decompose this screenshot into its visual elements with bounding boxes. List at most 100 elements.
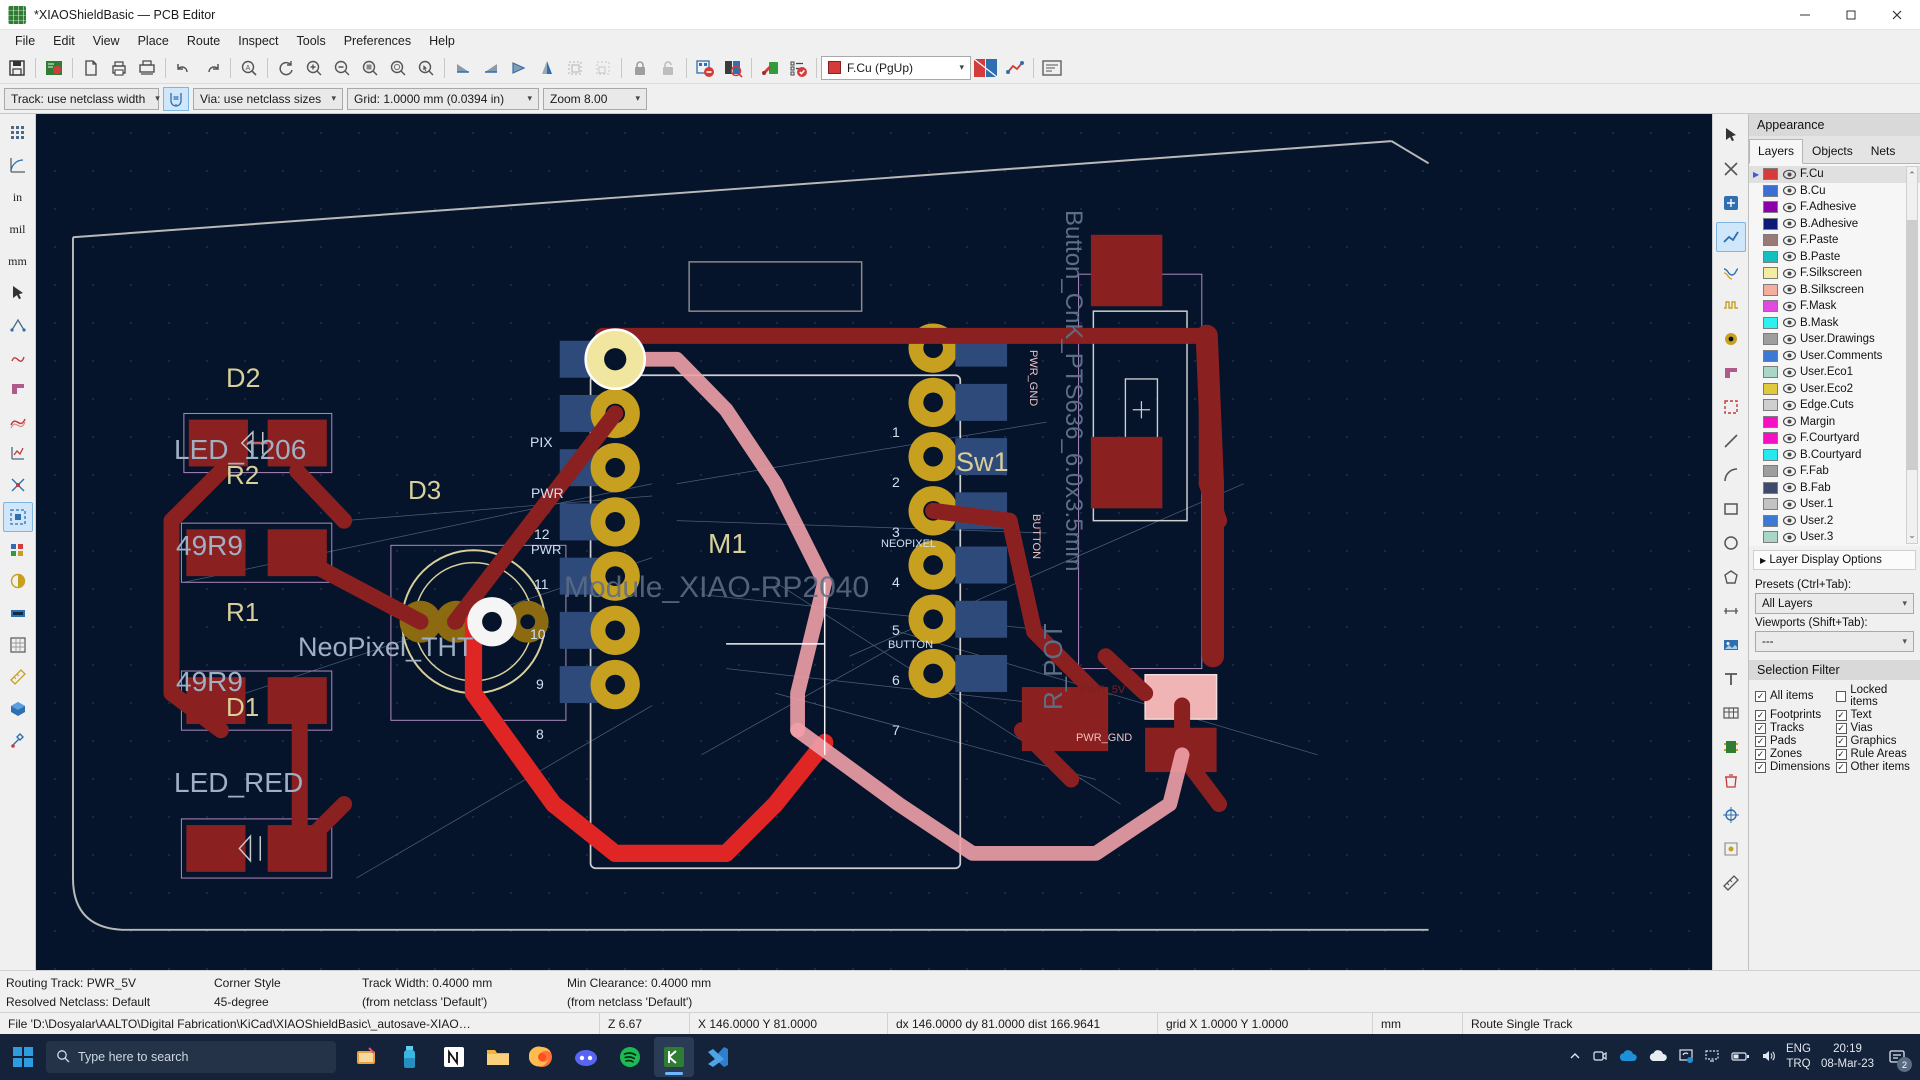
- eye-icon[interactable]: [1782, 498, 1796, 510]
- maximize-button[interactable]: [1828, 0, 1874, 30]
- eye-icon[interactable]: [1782, 333, 1796, 345]
- add-table-icon[interactable]: [1716, 698, 1746, 728]
- layer-color-swatch[interactable]: [1763, 184, 1778, 197]
- units-mils-icon[interactable]: mil: [3, 214, 33, 244]
- ungroup-icon[interactable]: [589, 54, 617, 82]
- plot-icon[interactable]: [133, 54, 161, 82]
- grid-toggle-icon[interactable]: [3, 118, 33, 148]
- add-via-icon[interactable]: [1716, 324, 1746, 354]
- layer-color-swatch[interactable]: [1763, 465, 1778, 478]
- camera-icon[interactable]: [1592, 1048, 1608, 1067]
- eye-icon[interactable]: [1782, 366, 1796, 378]
- ratsnest-icon[interactable]: [3, 310, 33, 340]
- onedrive-blue-icon[interactable]: [1618, 1049, 1638, 1066]
- layer-color-swatch[interactable]: [1763, 498, 1778, 511]
- route-track-icon[interactable]: [1715, 222, 1746, 252]
- display-icon[interactable]: [1704, 1048, 1720, 1067]
- layer-color-swatch[interactable]: [1763, 349, 1778, 362]
- layers-list[interactable]: ▶ F.Cu B.Cu F.Adhesive B.Adhesive F.Paste B.Pa…: [1749, 164, 1920, 546]
- layer-color-swatch[interactable]: [1763, 432, 1778, 445]
- selection-filter-dimensions[interactable]: ✓ Dimensions: [1755, 761, 1836, 773]
- delete-icon[interactable]: [1716, 766, 1746, 796]
- layer-row-user-2[interactable]: User.2: [1749, 513, 1920, 530]
- flip-horizontal-icon[interactable]: [505, 54, 533, 82]
- eye-icon[interactable]: [1782, 218, 1796, 230]
- group-icon[interactable]: [561, 54, 589, 82]
- layer-color-swatch[interactable]: [1763, 333, 1778, 346]
- layer-row-b-fab[interactable]: B.Fab: [1749, 480, 1920, 497]
- windows-start-icon[interactable]: [0, 1034, 46, 1080]
- taskbar-app-spotify[interactable]: [610, 1037, 650, 1077]
- viewports-selector[interactable]: --- ▾: [1755, 631, 1914, 652]
- eye-icon[interactable]: [1782, 317, 1796, 329]
- add-text-icon[interactable]: [1716, 664, 1746, 694]
- layer-row-user-eco2[interactable]: User.Eco2: [1749, 381, 1920, 398]
- footprint-editor-icon[interactable]: [719, 54, 747, 82]
- taskbar-app-notion[interactable]: [434, 1037, 474, 1077]
- layer-color-swatch[interactable]: [1763, 168, 1778, 181]
- eye-icon[interactable]: [1782, 383, 1796, 395]
- selection-filter-footprints[interactable]: ✓ Footprints: [1755, 709, 1836, 721]
- menu-preferences[interactable]: Preferences: [335, 32, 420, 50]
- checkbox-icon[interactable]: ✓: [1755, 761, 1766, 773]
- zone-fill-icon[interactable]: [3, 374, 33, 404]
- presets-selector[interactable]: All Layers ▾: [1755, 593, 1914, 614]
- grid-selector[interactable]: Grid: 1.0000 mm (0.0394 in) ▾: [347, 87, 539, 110]
- taskbar-app-explorer[interactable]: [478, 1037, 518, 1077]
- net-inspector-icon[interactable]: [784, 54, 812, 82]
- layer-row-f-mask[interactable]: F.Mask: [1749, 298, 1920, 315]
- eye-icon[interactable]: [1782, 251, 1796, 263]
- layer-row-f-cu[interactable]: ▶ F.Cu: [1749, 166, 1920, 183]
- tab-nets[interactable]: Nets: [1862, 139, 1905, 163]
- layer-row-b-silkscreen[interactable]: B.Silkscreen: [1749, 282, 1920, 299]
- undo-icon[interactable]: [170, 54, 198, 82]
- eye-icon[interactable]: [1782, 416, 1796, 428]
- menu-view[interactable]: View: [84, 32, 129, 50]
- checkbox-icon[interactable]: ✓: [1835, 709, 1847, 721]
- ratsnest-curved-icon[interactable]: [3, 342, 33, 372]
- selection-filter-locked-items[interactable]: Locked items: [1835, 684, 1917, 708]
- footprint-grid-icon[interactable]: [3, 630, 33, 660]
- add-rule-area-icon[interactable]: [1716, 392, 1746, 422]
- layer-row-user-eco1[interactable]: User.Eco1: [1749, 364, 1920, 381]
- router-settings-icon[interactable]: [1001, 54, 1029, 82]
- layer-row-f-fab[interactable]: F.Fab: [1749, 463, 1920, 480]
- checkbox-icon[interactable]: ✓: [1755, 709, 1766, 721]
- selection-filter-all-items[interactable]: ✓ All items: [1755, 684, 1836, 708]
- menu-file[interactable]: File: [6, 32, 44, 50]
- menu-place[interactable]: Place: [129, 32, 178, 50]
- selection-filter-text[interactable]: ✓ Text: [1835, 709, 1917, 721]
- layer-row-b-mask[interactable]: B.Mask: [1749, 315, 1920, 332]
- taskbar-search-box[interactable]: Type here to search: [46, 1041, 336, 1073]
- eye-icon[interactable]: [1782, 201, 1796, 213]
- origin-icon[interactable]: [1716, 800, 1746, 830]
- eye-icon[interactable]: [1782, 515, 1796, 527]
- taskbar-app-vscode[interactable]: [698, 1037, 738, 1077]
- minimize-button[interactable]: [1782, 0, 1828, 30]
- selection-filter-zones[interactable]: ✓ Zones: [1755, 748, 1836, 760]
- 3d-view-icon[interactable]: [3, 694, 33, 724]
- layer-row-b-cu[interactable]: B.Cu: [1749, 183, 1920, 200]
- eye-icon[interactable]: [1782, 432, 1796, 444]
- 3d-viewer-icon[interactable]: [756, 54, 784, 82]
- checkbox-icon[interactable]: ✓: [1835, 735, 1847, 747]
- checkbox-icon[interactable]: ✓: [1755, 735, 1766, 747]
- checkbox-icon[interactable]: ✓: [1835, 761, 1847, 773]
- zone-sketch-icon[interactable]: [3, 438, 33, 468]
- checkbox-icon[interactable]: [1835, 690, 1847, 702]
- measure-icon[interactable]: [3, 662, 33, 692]
- scroll-up-icon[interactable]: ⌃: [1907, 168, 1917, 182]
- selection-filter-other-items[interactable]: ✓ Other items: [1835, 761, 1917, 773]
- layer-color-swatch[interactable]: [1763, 250, 1778, 263]
- route-diff-pair-icon[interactable]: [1716, 256, 1746, 286]
- scripting-console-icon[interactable]: [1038, 54, 1066, 82]
- via-sketch-icon[interactable]: [2, 502, 33, 532]
- auto-track-width-icon[interactable]: [163, 86, 189, 111]
- rotate-ccw-icon[interactable]: [449, 54, 477, 82]
- add-zone-icon[interactable]: [1716, 358, 1746, 388]
- layer-color-swatch[interactable]: [1763, 514, 1778, 527]
- layer-color-swatch[interactable]: [1763, 316, 1778, 329]
- via-size-selector[interactable]: Via: use netclass sizes ▾: [193, 87, 343, 110]
- selection-filter-vias[interactable]: ✓ Vias: [1835, 722, 1917, 734]
- layer-row-f-courtyard[interactable]: F.Courtyard: [1749, 430, 1920, 447]
